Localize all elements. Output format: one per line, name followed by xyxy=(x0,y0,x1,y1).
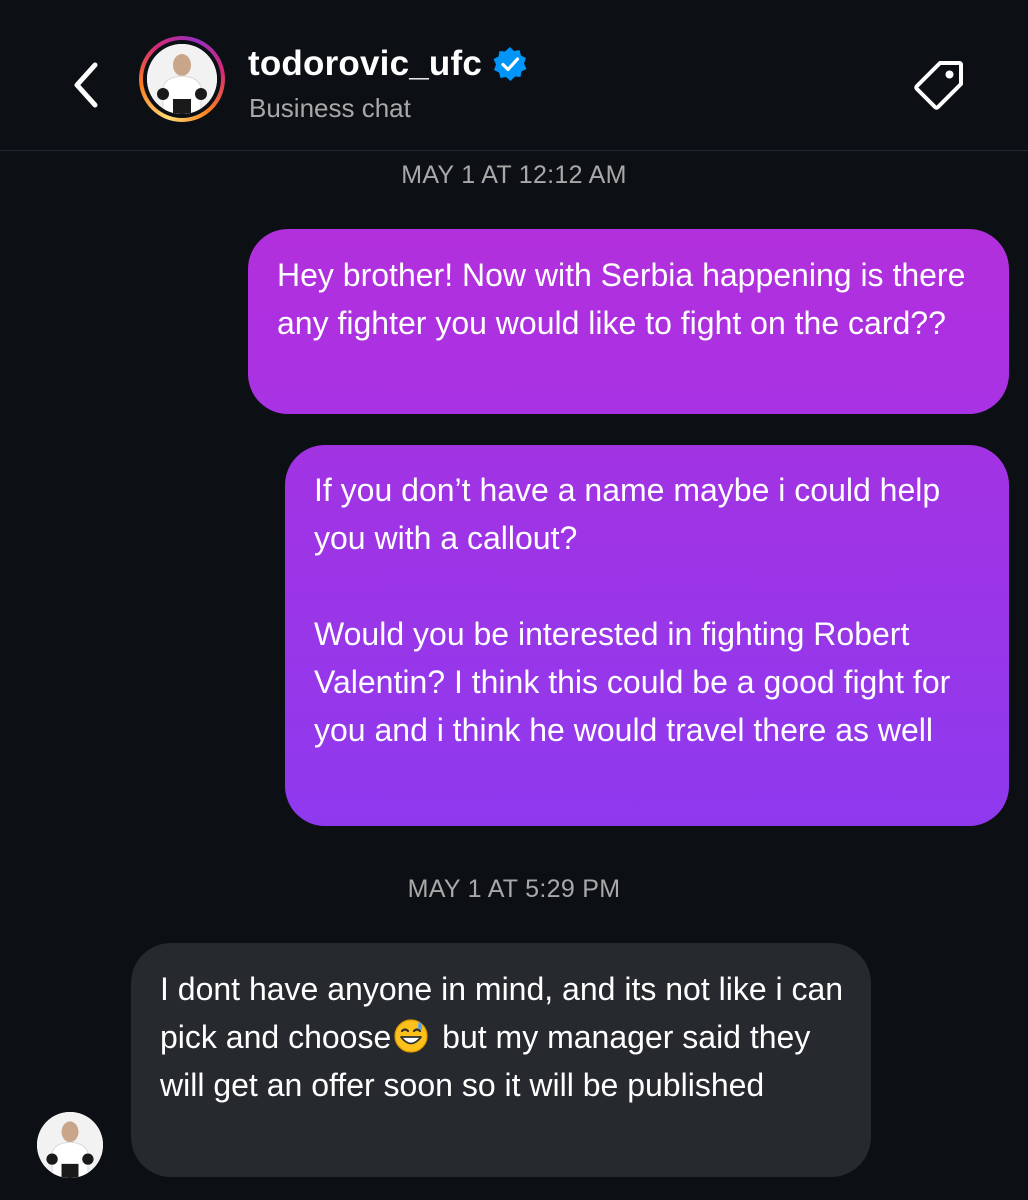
chevron-left-icon xyxy=(74,62,98,108)
chat-header: todorovic_ufc Business chat xyxy=(0,0,1028,151)
tag-icon xyxy=(914,61,963,110)
profile-avatar[interactable] xyxy=(139,36,225,122)
username: todorovic_ufc xyxy=(248,44,483,83)
message-timestamp: MAY 1 AT 12:12 AM xyxy=(401,161,627,189)
header-title[interactable]: todorovic_ufc xyxy=(248,44,528,84)
avatar-photo xyxy=(147,44,217,114)
message-timestamp: MAY 1 AT 5:29 PM xyxy=(407,875,621,903)
tag-button[interactable] xyxy=(906,52,972,118)
header-subtitle: Business chat xyxy=(249,93,411,123)
outgoing-message-bubble[interactable]: Hey brother! Now with Serbia happening i… xyxy=(248,229,1009,414)
verified-badge-icon xyxy=(492,46,528,82)
grinning-face-with-sweat-emoji xyxy=(393,1018,429,1054)
outgoing-message-bubble[interactable]: If you don’t have a name maybe i could h… xyxy=(285,445,1009,826)
sender-avatar[interactable] xyxy=(37,1112,103,1178)
back-button[interactable] xyxy=(58,55,114,115)
incoming-message-bubble[interactable]: I dont have anyone in mind, and its not … xyxy=(131,943,871,1177)
